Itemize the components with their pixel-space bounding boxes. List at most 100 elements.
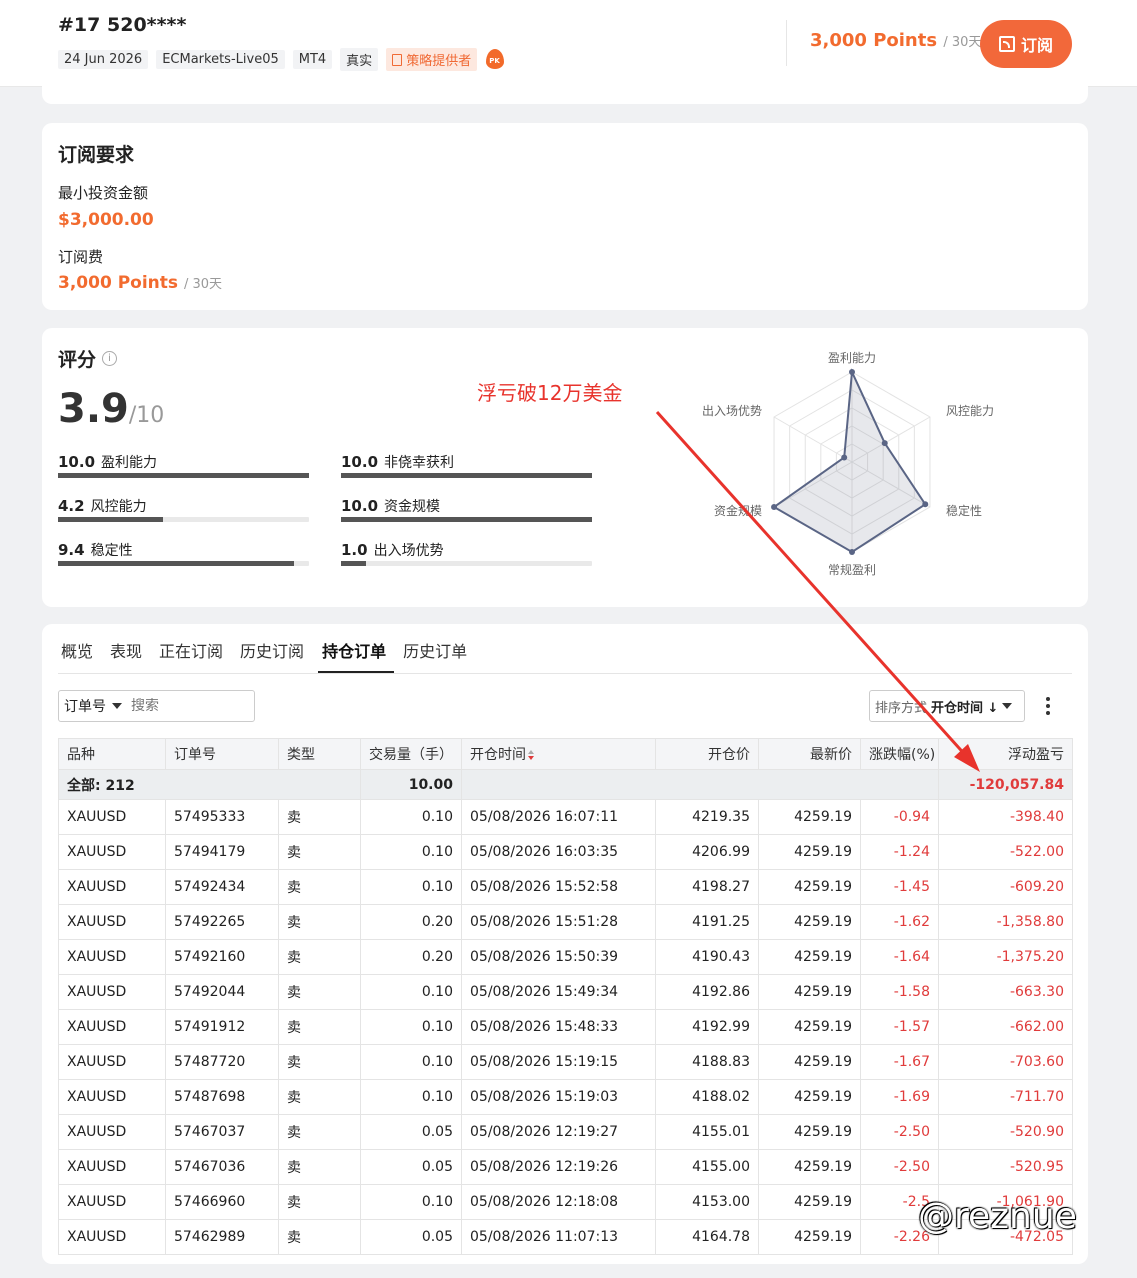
tab-4[interactable]: 持仓订单 [318,636,395,673]
column-header: 订单号 [165,738,279,770]
tab-2[interactable]: 正在订阅 [156,636,231,673]
tab-bar: 概览 表现 正在订阅 历史订阅 持仓订单 历史订单 [58,636,1072,674]
radar-series-area [772,368,927,554]
table-cell: 05/08/2026 15:49:34 [461,974,656,1010]
fee-label: 订阅费 [58,248,104,266]
table-row[interactable]: XAUUSD 57492044 卖 0.10 05/08/2026 15:49:34 41… [58,974,1073,1010]
header-price: 3,000 Points / 30天 [810,30,981,51]
metric-bar-fill [341,561,367,566]
table-cell: 卖 [278,1114,361,1150]
table-cell: 05/08/2026 16:07:11 [461,799,656,835]
table-cell: 4192.99 [655,1009,759,1045]
tab-0[interactable]: 概览 [58,636,101,673]
table-row[interactable]: XAUUSD 57495333 卖 0.10 05/08/2026 16:07:11 42… [58,799,1073,835]
table-row[interactable]: XAUUSD 57491912 卖 0.10 05/08/2026 15:48:33 41… [58,1009,1073,1045]
metric-bar [58,561,309,566]
provider-tag-label: 策略提供者 [406,54,472,69]
table-row[interactable]: XAUUSD 57467037 卖 0.05 05/08/2026 12:19:27 41… [58,1114,1073,1150]
table-cell: -0.94 [860,799,939,835]
metric-bar-fill [58,561,294,566]
table-cell: -1.67 [860,1044,939,1080]
platform-tag: MT4 [292,50,333,69]
table-cell: -662.00 [938,1009,1073,1045]
table-cell: 4259.19 [758,1219,861,1255]
metric-label: 10.0 盈利能力 [58,453,158,471]
table-cell: -2.50 [860,1114,939,1150]
overall-score-value: 3.9 [58,386,129,432]
table-cell: 05/08/2026 12:18:08 [461,1184,656,1220]
radar-point [881,440,888,447]
radar-spoke [773,416,853,463]
metric-bar-fill [341,473,592,478]
tab-5[interactable]: 历史订单 [400,636,475,673]
table-cell: -703.60 [938,1044,1073,1080]
sort-select[interactable]: 排序方式 开仓时间 ↓ [869,690,1025,722]
metric-risk-control: 4.2 风控能力 [58,496,309,536]
table-cell: 4259.19 [758,1044,861,1080]
info-icon[interactable]: i [102,351,118,366]
table-cell: 卖 [278,1044,361,1080]
table-cell: -1.24 [860,834,939,870]
column-header[interactable]: 开仓时间 [461,738,656,770]
filter-field-select[interactable]: 订单号 [59,696,131,716]
table-cell: XAUUSD [58,799,166,835]
table-cell: 57487720 [165,1044,279,1080]
metric-no-luck: 10.0 非侥幸获利 [341,452,592,492]
table-cell: -522.00 [938,834,1073,870]
search-input[interactable] [131,698,241,714]
table-cell: 4259.19 [758,834,861,870]
table-cell: 0.05 [360,1219,462,1255]
table-cell: -609.20 [938,869,1073,905]
table-cell: XAUUSD [58,1079,166,1115]
table-row[interactable]: XAUUSD 57494179 卖 0.10 05/08/2026 16:03:35 42… [58,834,1073,870]
more-options-icon[interactable] [1045,697,1051,715]
table-cell: 4155.00 [655,1149,759,1185]
table-cell: -1.69 [860,1079,939,1115]
table-cell: 57467036 [165,1149,279,1185]
chevron-down-icon [112,703,122,709]
table-cell: 0.10 [360,1184,462,1220]
requirements-card: 订阅要求 最小投资金额 $3,000.00 订阅费 3,000 Points /… [42,123,1088,310]
table-cell: 4219.35 [655,799,759,835]
table-cell: 4259.19 [758,869,861,905]
pk-label: PK [489,56,500,65]
tab-3[interactable]: 历史订阅 [237,636,312,673]
table-cell: 卖 [278,834,361,870]
sort-label: 排序方式 [875,700,928,716]
filter-field-label: 订单号 [64,699,106,715]
table-cell: 05/08/2026 12:19:27 [461,1114,656,1150]
table-header-row: 品种 订单号 类型 交易量（手） 开仓时间 开仓价 最新价 涨跌幅(%) 浮动盈亏 [58,738,1073,770]
pk-flame-icon[interactable]: PK [485,48,505,71]
overview-card-bottom [42,86,1088,104]
sort-icon[interactable] [528,750,534,760]
radar-point [922,501,929,508]
table-cell: 05/08/2026 15:50:39 [461,939,656,975]
table-cell: 4259.19 [758,974,861,1010]
column-header: 浮动盈亏 [938,738,1073,770]
table-cell: -1.57 [860,1009,939,1045]
table-row[interactable]: XAUUSD 57467036 卖 0.05 05/08/2026 12:19:26 41… [58,1149,1073,1185]
subscribe-button[interactable]: 订阅 [980,20,1072,68]
radar-axis-label: 出入场优势 [702,404,762,418]
table-cell: 4259.19 [758,1079,861,1115]
table-cell: 4190.43 [655,939,759,975]
metric-label: 9.4 稳定性 [58,541,133,559]
table-row[interactable]: XAUUSD 57487720 卖 0.10 05/08/2026 15:19:15 41… [58,1044,1073,1080]
table-cell: XAUUSD [58,1184,166,1220]
table-row[interactable]: XAUUSD 57492434 卖 0.10 05/08/2026 15:52:58 41… [58,869,1073,905]
table-row[interactable]: XAUUSD 57492160 卖 0.20 05/08/2026 15:50:39 41… [58,939,1073,975]
table-cell: 05/08/2026 15:52:58 [461,869,656,905]
metric-profit: 10.0 盈利能力 [58,452,309,492]
table-cell: 0.10 [360,834,462,870]
table-cell: 05/08/2026 15:19:03 [461,1079,656,1115]
column-header: 涨跌幅(%) [860,738,939,770]
table-row[interactable]: XAUUSD 57492265 卖 0.20 05/08/2026 15:51:28 41… [58,904,1073,940]
table-cell: 4259.19 [758,1114,861,1150]
table-cell: 4206.99 [655,834,759,870]
table-cell: 0.10 [360,869,462,905]
table-cell: -1,375.20 [938,939,1073,975]
table-row[interactable]: XAUUSD 57487698 卖 0.10 05/08/2026 15:19:03 41… [58,1079,1073,1115]
table-cell: XAUUSD [58,1009,166,1045]
metric-label: 4.2 风控能力 [58,497,147,515]
tab-1[interactable]: 表现 [107,636,150,673]
